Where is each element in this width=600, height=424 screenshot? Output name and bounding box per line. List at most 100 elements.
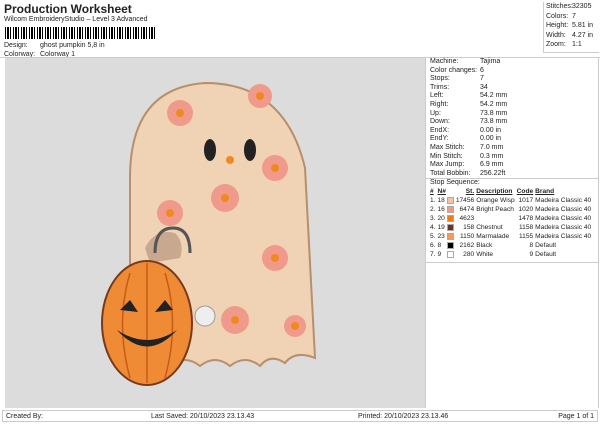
code: 1017 (518, 197, 534, 205)
description (475, 214, 515, 223)
stop-number: 3. (430, 215, 436, 223)
stitches: 280 (463, 251, 475, 259)
created-by: Created By: (6, 413, 43, 420)
summary-row: Zoom: 1:1 (546, 41, 597, 51)
page-number: Page 1 of 1 (558, 413, 594, 420)
detail-label: Max Jump: (430, 161, 465, 169)
detail-row: Max Stitch: 7.0 mm (426, 144, 598, 153)
detail-label: Down: (430, 118, 450, 126)
table-row: 6. 8 2162 Black 8 Default (429, 241, 592, 250)
column-header: St. (465, 188, 475, 196)
detail-value: 7.0 mm (480, 143, 504, 151)
stop-sequence-title: Stop Sequence: (426, 178, 598, 187)
detail-row: Max Jump: 6.9 mm (426, 161, 598, 170)
table-row: 5. 23 1150 Marmalade 1155 Madeira Classic 40 (429, 232, 592, 241)
stitches: 2162 (459, 242, 475, 250)
code: 1020 (518, 206, 534, 214)
footer: Created By: Last Saved: 20/10/2023 23.13… (2, 410, 598, 422)
detail-row: Stops: 7 (426, 75, 598, 84)
detail-value: 54.2 mm (480, 100, 508, 108)
description: Bright Peach (476, 206, 514, 214)
detail-value: Tajima (480, 58, 501, 65)
ghost-pumpkin-artwork (101, 81, 317, 386)
code: 9 (529, 251, 534, 259)
brand: Madeira Classic 40 (535, 233, 592, 241)
detail-label: Up: (430, 109, 441, 117)
detail-label: Machine: (430, 58, 459, 65)
detail-row: Min Stitch: 0.3 mm (426, 153, 598, 162)
color-swatch (446, 242, 454, 250)
design-value: ghost pumpkin 5,8 in (40, 42, 105, 49)
brand: Madeira Classic 40 (535, 197, 592, 205)
column-header: N# (437, 188, 446, 196)
detail-row: Color changes: 6 (426, 67, 598, 76)
page-title: Production Worksheet (4, 2, 132, 16)
design-label: Design: (4, 42, 28, 49)
value: 5.81 in (572, 22, 594, 29)
detail-label: Max Stitch: (430, 143, 465, 151)
color-swatch (446, 224, 454, 232)
needle: 23 (437, 233, 445, 241)
table-row: 2. 16 6474 Bright Peach 1020 Madeira Classic … (429, 205, 592, 214)
column-header: Description (476, 188, 513, 196)
value: 7 (572, 12, 576, 20)
description: Black (476, 242, 493, 250)
stop-number: 4. (430, 224, 436, 232)
column-header: Brand (535, 188, 555, 196)
stitches: 17456 (455, 197, 475, 205)
needle: 20 (437, 215, 445, 223)
detail-label: Stops: (430, 75, 450, 83)
detail-value: 7 (480, 75, 484, 83)
barcode (5, 27, 157, 39)
detail-value: 6 (480, 66, 484, 74)
stop-number: 5. (430, 233, 436, 241)
needle: 8 (437, 242, 442, 250)
brand: Madeira Classic 40 (535, 224, 592, 232)
design-name: Design: ghost pumpkin 5,8 in (4, 42, 105, 49)
details-panel: Machine: Tajima Color changes: 6 Stops: 7 Trim… (425, 58, 599, 408)
table-row: 3. 20 4623 1478 Madeira Classic 40 (429, 214, 592, 223)
table-row: 4. 19 158 Chestnut 1158 Madeira Classic 40 (429, 223, 592, 232)
color-swatch (446, 197, 454, 205)
detail-row: Left: 54.2 mm (426, 92, 598, 101)
detail-row: Right: 54.2 mm (426, 101, 598, 110)
detail-value: 0.3 mm (480, 152, 504, 160)
column-header: Code (516, 188, 534, 196)
last-saved: Last Saved: 20/10/2023 23.13.43 (151, 413, 255, 420)
detail-row: Total Bobbin: 256.22ft (426, 170, 598, 179)
stitches: 6474 (459, 206, 475, 214)
stitches: 1150 (460, 233, 475, 241)
description: White (476, 251, 494, 259)
detail-label: Min Stitch: (430, 152, 463, 160)
stop-number: 6. (430, 242, 436, 250)
label: Zoom: (546, 41, 566, 48)
description: Orange Wisp (476, 197, 515, 205)
brand: Madeira Classic 40 (535, 215, 592, 223)
value: 1:1 (572, 41, 582, 48)
detail-label: Right: (430, 100, 449, 108)
detail-row: EndY: 0.00 in (426, 135, 598, 144)
code: 1158 (518, 224, 534, 232)
code: 8 (529, 242, 534, 250)
table-row: 1. 18 17456 Orange Wisp 1017 Madeira Classic … (429, 196, 592, 205)
detail-label: Color changes: (430, 66, 478, 74)
brand: Default (535, 251, 557, 259)
description: Chestnut (476, 224, 503, 232)
stop-sequence-table: # N# St. Description Code Brand 1. 18 17456 Orang… (429, 187, 592, 259)
label: Colors: (546, 12, 569, 20)
brand: Madeira Classic 40 (535, 206, 592, 214)
detail-value: 73.8 mm (480, 109, 508, 117)
color-swatch (446, 251, 454, 259)
detail-value: 73.8 mm (480, 118, 508, 126)
detail-row: Trims: 34 (426, 84, 598, 93)
needle: 16 (437, 206, 445, 214)
color-swatch (446, 215, 454, 223)
detail-value: 34 (480, 83, 488, 91)
detail-value: 54.2 mm (480, 92, 508, 100)
detail-row: Down: 73.8 mm (426, 118, 598, 127)
software-name: Wilcom EmbroideryStudio – Level 3 Advanc… (4, 16, 148, 23)
stop-number: 2. (430, 206, 436, 214)
detail-value: 0.00 in (480, 135, 502, 143)
value: 32305 (572, 3, 592, 10)
needle: 9 (437, 251, 442, 259)
